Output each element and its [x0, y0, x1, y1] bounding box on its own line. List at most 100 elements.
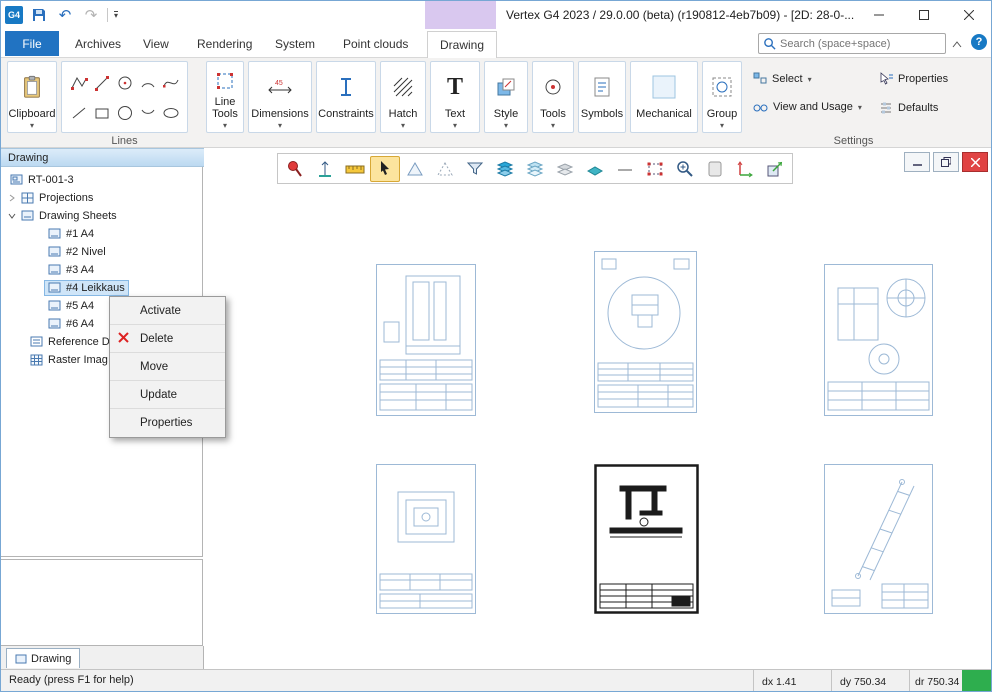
context-menu-item-activate[interactable]: Activate	[110, 297, 225, 325]
line-tools-button[interactable]: Line Tools ▾	[206, 61, 244, 133]
pin-icon[interactable]	[280, 156, 310, 182]
view-and-usage-button[interactable]: View and Usage ▾	[753, 101, 862, 113]
axes-icon[interactable]	[730, 156, 760, 182]
tab-point-clouds[interactable]: Point clouds	[331, 31, 420, 56]
select-button[interactable]: Select ▾	[753, 72, 812, 86]
redo-icon[interactable]: ↷	[81, 5, 101, 25]
ruler-icon[interactable]	[340, 156, 370, 182]
tree-item-drawing-sheets[interactable]: Drawing Sheets	[1, 207, 202, 225]
settings-group-label: Settings	[746, 135, 961, 147]
delete-x-icon	[118, 332, 129, 346]
layers-gray-icon[interactable]	[550, 156, 580, 182]
circle-icon[interactable]	[113, 98, 136, 128]
zoom-in-icon[interactable]	[670, 156, 700, 182]
sheet-thumbnail-6[interactable]	[824, 464, 933, 614]
sheet-thumbnail-5-active[interactable]	[594, 464, 699, 614]
text-button[interactable]: T Text ▾	[430, 61, 480, 133]
constraints-button[interactable]: Constraints ▾	[316, 61, 376, 133]
tab-file[interactable]: File	[5, 31, 59, 56]
context-menu-item-update[interactable]: Update	[110, 381, 225, 409]
collapse-chevron-icon[interactable]	[6, 212, 18, 220]
tree-item-sheet-3[interactable]: #3 A4	[1, 261, 202, 279]
status-message: Ready (press F1 for help)	[9, 674, 134, 686]
layers-light-icon[interactable]	[520, 156, 550, 182]
tab-rendering[interactable]: Rendering	[185, 31, 264, 56]
select-cursor-icon[interactable]	[370, 156, 400, 182]
line-node-icon[interactable]	[90, 68, 113, 98]
raster-grid-icon	[30, 354, 44, 366]
tree-item-sheet-1[interactable]: #1 A4	[1, 225, 202, 243]
filter-icon[interactable]	[460, 156, 490, 182]
constraints-icon	[337, 65, 355, 109]
maximize-button[interactable]	[901, 1, 946, 29]
sheet-icon	[48, 318, 62, 330]
document-close-button[interactable]	[962, 152, 988, 172]
defaults-button[interactable]: Defaults	[879, 101, 938, 114]
context-menu-item-delete[interactable]: Delete	[110, 325, 225, 353]
selection-box-icon[interactable]	[640, 156, 670, 182]
spline-icon[interactable]	[159, 68, 182, 98]
projections-icon	[21, 192, 35, 204]
polyline-icon[interactable]	[67, 68, 90, 98]
customize-caret-icon[interactable]: ▾	[114, 11, 118, 19]
status-dr: dr 750.34	[909, 670, 962, 692]
clipboard-gray-icon[interactable]	[700, 156, 730, 182]
sheet-thumbnail-2[interactable]	[594, 251, 697, 413]
sheet-thumbnail-1[interactable]	[376, 264, 476, 416]
document-restore-button[interactable]	[933, 152, 959, 172]
measure-vertical-icon[interactable]	[310, 156, 340, 182]
undo-icon[interactable]: ↶	[55, 5, 75, 25]
view-usage-icon	[753, 101, 768, 113]
search-box[interactable]	[758, 33, 946, 54]
circle-center-icon[interactable]	[113, 68, 136, 98]
line-icon[interactable]	[67, 98, 90, 128]
rectangle-icon[interactable]	[90, 98, 113, 128]
triangle-icon[interactable]	[400, 156, 430, 182]
tab-system[interactable]: System	[263, 31, 327, 56]
tree-item-sheet-2[interactable]: #2 Nivel	[1, 243, 202, 261]
triangle-hidden-icon[interactable]	[430, 156, 460, 182]
dimensions-button[interactable]: 45 Dimensions ▾	[248, 61, 312, 133]
tab-view[interactable]: View	[131, 31, 181, 56]
dropdown-caret-icon: ▾	[401, 121, 405, 130]
group-button[interactable]: Group ▾	[702, 61, 742, 133]
sheet-thumbnail-3[interactable]	[824, 264, 933, 416]
arc-down-icon[interactable]	[136, 98, 159, 128]
collapse-ribbon-icon[interactable]	[952, 37, 962, 51]
properties-button[interactable]: Properties	[879, 72, 948, 86]
dropdown-caret-icon: ▾	[808, 75, 812, 84]
mechanical-button[interactable]: Mechanical ▾	[630, 61, 698, 133]
layer-flat-icon[interactable]	[580, 156, 610, 182]
context-menu-item-properties[interactable]: Properties	[110, 409, 225, 437]
sheet-thumbnail-4[interactable]	[376, 464, 476, 614]
line-thin-icon[interactable]	[610, 156, 640, 182]
ellipse-icon[interactable]	[159, 98, 182, 128]
svg-text:45: 45	[275, 80, 283, 87]
tab-archives[interactable]: Archives	[63, 31, 133, 56]
tab-drawing[interactable]: Drawing	[427, 31, 497, 58]
close-button[interactable]	[946, 1, 991, 29]
layers-blue-icon[interactable]	[490, 156, 520, 182]
tree-item-root[interactable]: RT-001-3	[1, 171, 202, 189]
application-window: G4 ↶ ↷ ▾ Vertex G4 2023 / 29.0.00 (beta)…	[0, 0, 992, 692]
tree-item-sheet-4-selected[interactable]: #4 Leikkaus	[1, 279, 202, 297]
document-minimize-button[interactable]	[904, 152, 930, 172]
minimize-button[interactable]	[856, 1, 901, 29]
arc-icon[interactable]	[136, 68, 159, 98]
sheet-icon	[48, 264, 62, 276]
tree-item-projections[interactable]: Projections	[1, 189, 202, 207]
help-button[interactable]: ?	[971, 34, 987, 50]
hatch-button[interactable]: Hatch ▾	[380, 61, 426, 133]
context-menu-item-move[interactable]: Move	[110, 353, 225, 381]
sidebar-tab-drawing[interactable]: Drawing	[6, 648, 80, 668]
style-button[interactable]: Style ▾	[484, 61, 528, 133]
expand-chevron-icon[interactable]	[6, 194, 18, 202]
clipboard-button[interactable]: Clipboard ▾	[7, 61, 57, 133]
view-transform-icon[interactable]	[760, 156, 790, 182]
dropdown-caret-icon: ▾	[453, 121, 457, 130]
canvas-toolbar	[277, 153, 793, 184]
save-icon[interactable]	[29, 5, 49, 25]
symbols-button[interactable]: Symbols ▾	[578, 61, 626, 133]
search-input[interactable]	[780, 38, 941, 50]
tools-button[interactable]: Tools ▾	[532, 61, 574, 133]
